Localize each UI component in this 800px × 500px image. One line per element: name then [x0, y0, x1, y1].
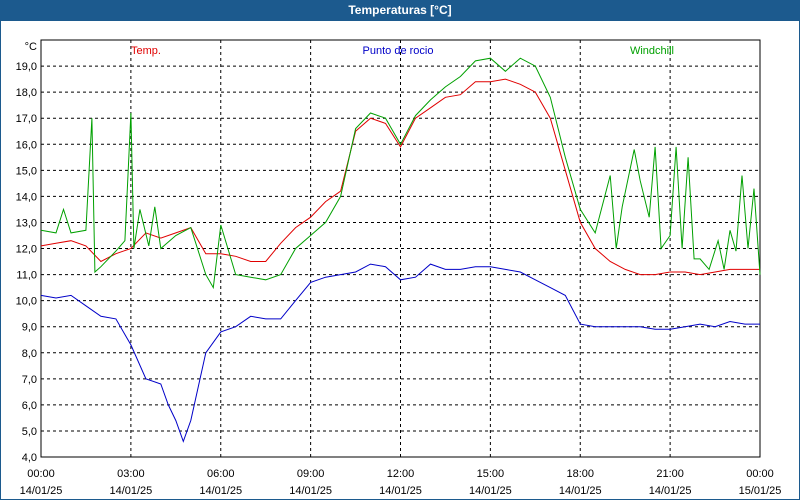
y-tick-label: 17,0	[16, 113, 37, 125]
y-tick-label: 19,0	[16, 61, 37, 73]
x-tick-date: 14/01/25	[379, 485, 422, 497]
chart-title: Temperaturas [°C]	[0, 0, 800, 20]
y-tick-label: 6,0	[22, 400, 37, 412]
y-tick-label: 7,0	[22, 374, 37, 386]
x-tick-time: 15:00	[477, 468, 505, 480]
x-tick-time: 18:00	[566, 468, 594, 480]
y-tick-label: 13,0	[16, 217, 37, 229]
x-tick-time: 06:00	[207, 468, 235, 480]
x-tick-time: 00:00	[746, 468, 774, 480]
y-tick-label: 4,0	[22, 452, 37, 464]
y-tick-label: 9,0	[22, 322, 37, 334]
x-tick-date: 14/01/25	[469, 485, 512, 497]
legend-entry-1: Punto de rocio	[363, 45, 434, 57]
x-tick-date: 14/01/25	[649, 485, 692, 497]
x-tick-time: 12:00	[387, 468, 415, 480]
y-tick-label: 8,0	[22, 348, 37, 360]
x-tick-time: 00:00	[27, 468, 55, 480]
y-tick-label: 16,0	[16, 139, 37, 151]
legend-entry-0: Temp.	[131, 45, 161, 57]
x-tick-time: 03:00	[117, 468, 145, 480]
y-tick-label: 14,0	[16, 191, 37, 203]
x-tick-date: 15/01/25	[739, 485, 782, 497]
x-tick-date: 14/01/25	[559, 485, 602, 497]
x-tick-date: 14/01/25	[289, 485, 332, 497]
x-tick-date: 14/01/25	[199, 485, 242, 497]
y-tick-label: 12,0	[16, 244, 37, 256]
y-tick-label: 5,0	[22, 426, 37, 438]
y-tick-label: 11,0	[16, 270, 37, 282]
legend-entry-2: Windchill	[630, 45, 674, 57]
temperature-chart: 4,0 5,0 6,0 7,0 8,0 9,0 10,0 11,0 12,0 13,0 14,0 15…	[16, 39, 782, 497]
y-tick-label: 15,0	[16, 165, 37, 177]
x-tick-time: 09:00	[297, 468, 325, 480]
x-tick-time: 21:00	[656, 468, 684, 480]
x-tick-date: 14/01/25	[109, 485, 152, 497]
x-tick-date: 14/01/25	[20, 485, 63, 497]
y-tick-label: 10,0	[16, 296, 37, 308]
y-axis-unit: °C	[25, 41, 37, 53]
y-tick-label: 18,0	[16, 87, 37, 99]
